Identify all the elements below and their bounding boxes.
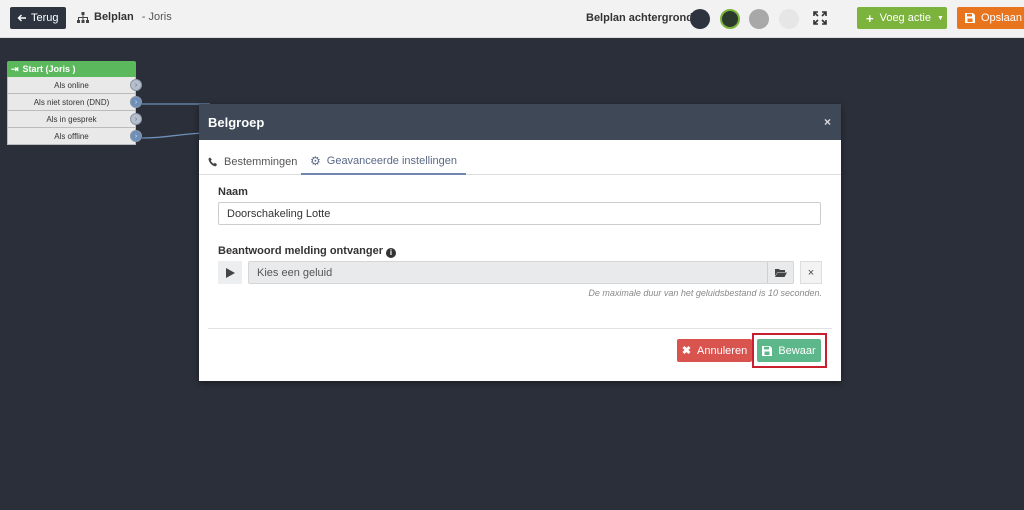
clear-sound-button[interactable]: × bbox=[800, 261, 822, 284]
plan-name: Belplan bbox=[94, 11, 134, 23]
tab-advanced-settings[interactable]: ⚙ Geavanceerde instellingen bbox=[301, 149, 467, 175]
back-button-label: Terug bbox=[31, 12, 59, 24]
tab-destinations-label: Bestemmingen bbox=[224, 156, 298, 168]
floppy-disk-icon bbox=[762, 345, 773, 356]
footer-divider bbox=[208, 328, 832, 329]
node-row-busy[interactable]: Als in gesprek › bbox=[7, 111, 142, 128]
modal-header: Belgroep × bbox=[199, 104, 841, 140]
sign-in-icon: ⇥ bbox=[11, 63, 19, 74]
belgroep-modal: Belgroep × Bestemmingen ⚙ Geavanceerde i… bbox=[199, 104, 841, 381]
tab-destinations[interactable]: Bestemmingen bbox=[208, 149, 297, 175]
folder-open-icon[interactable] bbox=[767, 262, 793, 283]
node-row-label: Als online bbox=[54, 80, 89, 90]
announce-label: Beantwoord melding ontvanger i bbox=[218, 245, 397, 258]
plan-owner-separator: - bbox=[138, 11, 149, 23]
start-node-header[interactable]: ⇥ Start (Joris ) bbox=[7, 61, 136, 77]
connector-port[interactable]: › bbox=[130, 96, 142, 108]
sound-duration-hint: De maximale duur van het geluidsbestand … bbox=[588, 288, 822, 298]
background-label: Belplan achtergrond bbox=[586, 12, 693, 24]
info-icon[interactable]: i bbox=[386, 247, 397, 258]
sound-placeholder: Kies een geluid bbox=[257, 266, 333, 279]
top-toolbar: Terug Belplan - Joris Belplan achtergron… bbox=[0, 0, 1024, 38]
save-plan-label: Opslaan bbox=[981, 12, 1022, 24]
plus-icon: + bbox=[866, 10, 874, 26]
cancel-button[interactable]: ✖ Annuleren bbox=[677, 339, 752, 362]
close-icon: ✖ bbox=[681, 345, 692, 357]
bewaar-button[interactable]: Bewaar bbox=[757, 339, 821, 362]
swatch-light[interactable] bbox=[779, 9, 799, 29]
add-action-button[interactable]: + Voeg actie ▼ bbox=[857, 7, 947, 29]
plan-title: Belplan - Joris bbox=[77, 11, 172, 23]
play-sound-button[interactable] bbox=[218, 261, 242, 284]
bewaar-button-label: Bewaar bbox=[778, 344, 816, 357]
close-icon[interactable]: × bbox=[824, 115, 831, 129]
play-icon bbox=[225, 267, 235, 278]
swatch-dark[interactable] bbox=[690, 9, 710, 29]
modal-tabs: Bestemmingen ⚙ Geavanceerde instellingen bbox=[199, 149, 841, 175]
sound-select-field[interactable]: Kies een geluid bbox=[248, 261, 794, 284]
modal-title: Belgroep bbox=[208, 114, 265, 130]
start-node-title: Start (Joris ) bbox=[22, 64, 76, 74]
swatch-dark-green[interactable] bbox=[720, 9, 740, 29]
expand-icon[interactable] bbox=[813, 11, 827, 25]
start-node[interactable]: ⇥ Start (Joris ) Als online › Als niet s… bbox=[7, 61, 142, 145]
connector-port[interactable]: › bbox=[130, 113, 142, 125]
node-row-offline[interactable]: Als offline › bbox=[7, 128, 142, 145]
add-action-label: Voeg actie bbox=[879, 12, 931, 24]
cancel-button-label: Annuleren bbox=[697, 344, 748, 357]
announce-label-text: Beantwoord melding ontvanger bbox=[218, 245, 384, 257]
gear-icon: ⚙ bbox=[310, 154, 321, 168]
connector-port[interactable]: › bbox=[130, 79, 142, 91]
phone-icon bbox=[208, 157, 217, 167]
caret-down-icon: ▼ bbox=[936, 14, 944, 22]
name-label: Naam bbox=[218, 186, 248, 198]
sitemap-icon bbox=[77, 11, 89, 23]
connector-port[interactable]: › bbox=[130, 130, 142, 142]
back-button[interactable]: Terug bbox=[10, 7, 66, 29]
save-plan-button[interactable]: Opslaan bbox=[957, 7, 1024, 29]
name-field[interactable]: Doorschakeling Lotte bbox=[218, 202, 821, 225]
swatch-gray[interactable] bbox=[749, 9, 769, 29]
node-row-online[interactable]: Als online › bbox=[7, 77, 142, 94]
floppy-disk-icon bbox=[965, 13, 975, 23]
node-row-dnd[interactable]: Als niet storen (DND) › bbox=[7, 94, 142, 111]
node-row-label: Als in gesprek bbox=[46, 114, 97, 124]
arrow-left-icon bbox=[17, 14, 26, 22]
node-row-label: Als niet storen (DND) bbox=[33, 97, 110, 107]
node-row-label: Als offline bbox=[54, 131, 89, 141]
tab-advanced-label: Geavanceerde instellingen bbox=[326, 155, 458, 167]
name-field-value: Doorschakeling Lotte bbox=[227, 207, 331, 220]
plan-owner: Joris bbox=[148, 11, 172, 23]
